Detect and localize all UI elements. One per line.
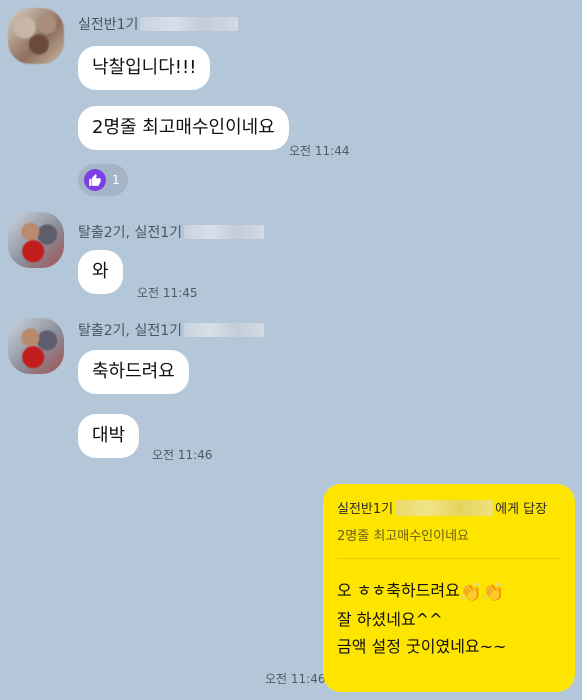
avatar[interactable]	[8, 8, 64, 64]
message-bubble[interactable]: 낙찰입니다!!!	[78, 46, 211, 90]
thumbs-up-icon	[84, 169, 106, 191]
message-bubble[interactable]: 대박	[78, 414, 140, 458]
reaction-badge[interactable]: 1	[78, 164, 128, 196]
avatar[interactable]	[8, 212, 64, 268]
blurred-name	[184, 225, 264, 239]
message-time: 오전 11:46	[265, 672, 326, 686]
reply-bubble[interactable]: 실전반1기 에게 답장 2명줄 최고매수인이네요 오 ㅎㅎ축하드려요👏👏 잘 하…	[323, 484, 575, 692]
message-bubble[interactable]: 2명줄 최고매수인이네요	[78, 106, 289, 150]
sender-name: 탈출2기, 실전1기	[78, 320, 264, 340]
clap-icon: 👏	[482, 582, 505, 603]
message-bubble[interactable]: 와	[78, 250, 123, 294]
sender-name: 탈출2기, 실전1기	[78, 222, 264, 242]
blurred-name	[140, 17, 239, 31]
avatar[interactable]	[8, 318, 64, 374]
chat-room: 실전반1기 낙찰입니다!!! 2명줄 최고매수인이네요 오전 11:44 1 탈…	[0, 0, 582, 700]
message-bubble[interactable]: 축하드려요	[78, 350, 189, 394]
message-time: 오전 11:45	[137, 286, 198, 300]
reply-text-line: 금액 설정 굿이였네요~~	[337, 637, 507, 656]
message-time: 오전 11:44	[289, 144, 350, 158]
reply-divider	[337, 558, 561, 559]
clap-icon: 👏	[459, 582, 483, 603]
blurred-name	[395, 499, 494, 516]
reply-text-line: 잘 하셨네요^^	[337, 610, 443, 629]
reply-header[interactable]: 실전반1기 에게 답장	[337, 498, 561, 517]
message-time: 오전 11:46	[152, 448, 213, 462]
sender-name: 실전반1기	[78, 14, 239, 34]
blurred-name	[184, 323, 264, 337]
reply-text-line: 오 ㅎㅎ축하드려요👏👏	[337, 577, 561, 606]
quoted-message[interactable]: 2명줄 최고매수인이네요	[337, 525, 561, 544]
